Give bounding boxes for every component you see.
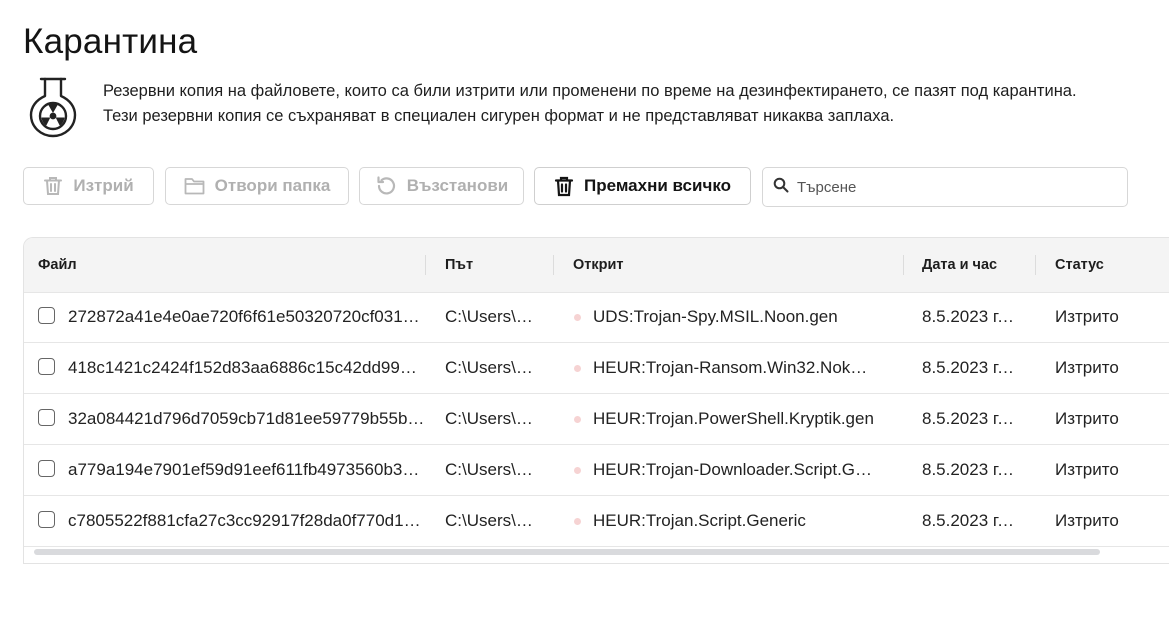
quarantine-table: Файл Път Открит Дата и час Статус 272872… [23, 237, 1169, 564]
row-checkbox[interactable] [38, 460, 55, 477]
threat-dot-icon [574, 467, 581, 474]
row-checkbox[interactable] [38, 358, 55, 375]
remove-all-button[interactable]: Премахни всичко [534, 167, 751, 205]
status: Изтрито [1055, 409, 1119, 428]
table-row[interactable]: c7805522f881cfa27c3cc92917f28da0f770d1… … [24, 496, 1169, 547]
search-input[interactable] [795, 177, 1119, 197]
row-checkbox[interactable] [38, 307, 55, 324]
column-resize-handle[interactable] [553, 255, 554, 275]
column-resize-handle[interactable] [425, 255, 426, 275]
table-row[interactable]: 418c1421c2424f152d83aa6886c15c42dd994… C… [24, 343, 1169, 394]
detected-threat: HEUR:Trojan-Ransom.Win32.Noko… [593, 358, 875, 377]
page-title: Карантина [23, 22, 198, 61]
threat-dot-icon [574, 518, 581, 525]
file-name: a779a194e7901ef59d91eef611fb4973560b3… [68, 460, 420, 479]
description-line-2: Тези резервни копия се съхраняват в спец… [103, 107, 895, 125]
column-header-detected[interactable]: Открит [573, 238, 624, 292]
column-resize-handle[interactable] [903, 255, 904, 275]
open-folder-button[interactable]: Отвори папка [165, 167, 349, 205]
status: Изтрито [1055, 307, 1119, 326]
description: Резервни копия на файловете, които са би… [103, 79, 1153, 129]
detected-threat: HEUR:Trojan.PowerShell.Kryptik.gen [593, 409, 874, 428]
column-header-datetime[interactable]: Дата и час [922, 238, 997, 292]
radioactive-flask-icon [28, 76, 78, 138]
date-time: 8.5.2023 г.… [922, 409, 1018, 428]
toolbar: Изтрий Отвори папка Възстанови Премахни … [23, 167, 1133, 207]
file-path: C:\Users\… [445, 409, 533, 428]
detected-threat: HEUR:Trojan-Downloader.Script.G… [593, 460, 873, 479]
status: Изтрито [1055, 358, 1119, 377]
threat-dot-icon [574, 416, 581, 423]
date-time: 8.5.2023 г.… [922, 307, 1018, 326]
file-path: C:\Users\… [445, 358, 533, 377]
column-header-status[interactable]: Статус [1055, 238, 1104, 292]
file-path: C:\Users\… [445, 307, 533, 326]
status: Изтрито [1055, 511, 1119, 530]
table-row[interactable]: 32a084421d796d7059cb71d81ee59779b55b… C:… [24, 394, 1169, 445]
file-name: 32a084421d796d7059cb71d81ee59779b55b… [68, 409, 425, 428]
table-row[interactable]: 272872a41e4e0ae720f6f61e50320720cf0313… … [24, 292, 1169, 343]
file-path: C:\Users\… [445, 460, 533, 479]
row-checkbox[interactable] [38, 409, 55, 426]
date-time: 8.5.2023 г.… [922, 460, 1018, 479]
restore-button[interactable]: Възстанови [359, 167, 524, 205]
detected-threat: UDS:Trojan-Spy.MSIL.Noon.gen [593, 307, 838, 326]
file-name: c7805522f881cfa27c3cc92917f28da0f770d1… [68, 511, 421, 530]
remove-all-label: Премахни всичко [583, 176, 731, 195]
search-icon [773, 177, 789, 198]
file-name: 272872a41e4e0ae720f6f61e50320720cf0313… [68, 307, 425, 326]
detected-threat: HEUR:Trojan.Script.Generic [593, 511, 806, 530]
delete-label: Изтрий [73, 176, 134, 195]
trash-icon [554, 176, 574, 197]
restore-label: Възстанови [406, 176, 509, 195]
folder-icon [184, 177, 205, 195]
search-box[interactable] [762, 167, 1128, 207]
file-name: 418c1421c2424f152d83aa6886c15c42dd994… [68, 358, 425, 377]
trash-icon [43, 176, 63, 196]
restore-icon [375, 175, 397, 197]
date-time: 8.5.2023 г.… [922, 511, 1018, 530]
open-folder-label: Отвори папка [214, 176, 331, 195]
table-row[interactable]: a779a194e7901ef59d91eef611fb4973560b3… C… [24, 445, 1169, 496]
horizontal-scrollbar[interactable] [34, 549, 1100, 555]
threat-dot-icon [574, 365, 581, 372]
file-path: C:\Users\… [445, 511, 533, 530]
description-line-1: Резервни копия на файловете, които са би… [103, 82, 1077, 100]
table-header: Файл Път Открит Дата и час Статус [24, 238, 1169, 293]
row-checkbox[interactable] [38, 511, 55, 528]
column-header-path[interactable]: Път [445, 238, 473, 292]
column-resize-handle[interactable] [1035, 255, 1036, 275]
threat-dot-icon [574, 314, 581, 321]
date-time: 8.5.2023 г.… [922, 358, 1018, 377]
column-header-file[interactable]: Файл [38, 238, 77, 292]
status: Изтрито [1055, 460, 1119, 479]
delete-button[interactable]: Изтрий [23, 167, 154, 205]
